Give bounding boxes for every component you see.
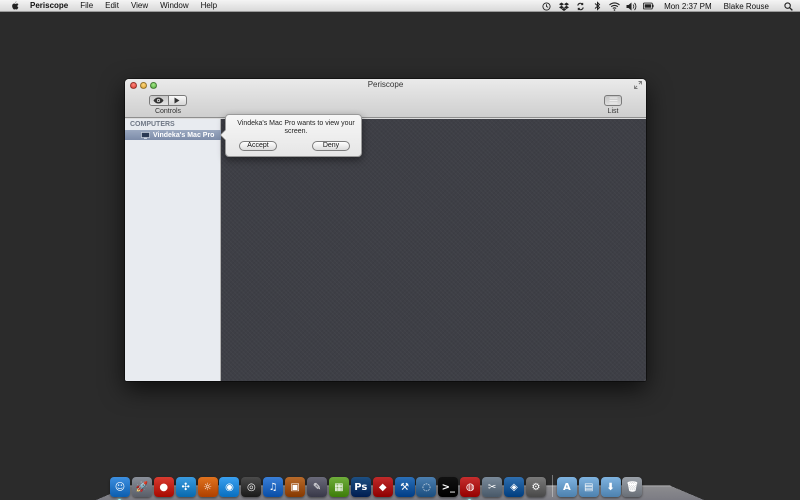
menu-file[interactable]: File xyxy=(80,0,93,12)
menu-bar: Periscope File Edit View Window Help Mon… xyxy=(0,0,800,12)
sidebar-item-label: Vindeka's Mac Pro xyxy=(153,131,215,139)
dock-itunes-icon[interactable]: ♫ xyxy=(263,477,284,497)
window-titlebar[interactable]: Periscope Controls List xyxy=(125,79,646,118)
dock-finder-icon[interactable]: ☺ xyxy=(110,477,130,500)
controls-segmented xyxy=(149,95,187,106)
dock-app-icon[interactable]: ▣ xyxy=(285,477,306,497)
popover-message: Vindeka's Mac Pro wants to view your scr… xyxy=(237,120,355,135)
dock-photoshop-icon[interactable]: Ps xyxy=(350,477,371,497)
spotlight-search-icon[interactable] xyxy=(783,1,794,11)
dock-system-app-icon[interactable]: ⚙ xyxy=(525,477,546,497)
sidebar-header: COMPUTERS xyxy=(130,121,175,128)
dock-xcode-icon[interactable]: ⚒ xyxy=(394,477,415,497)
dock-camera-icon[interactable]: ◎ xyxy=(241,477,262,497)
menu-help[interactable]: Help xyxy=(201,0,217,12)
list-label: List xyxy=(607,108,619,115)
menu-extras: Mon 2:37 PM Blake Rouse xyxy=(535,0,794,12)
sync-icon[interactable] xyxy=(575,1,586,11)
dropbox-icon[interactable] xyxy=(558,1,569,11)
apple-menu-icon[interactable] xyxy=(9,1,21,10)
app-menu[interactable]: Periscope xyxy=(30,0,68,12)
screen-share-request-popover: Vindeka's Mac Pro wants to view your scr… xyxy=(220,114,362,157)
bluetooth-icon[interactable] xyxy=(592,1,603,11)
view-mode-button[interactable] xyxy=(150,96,169,105)
dock-firefox-icon[interactable]: ☼ xyxy=(197,477,218,497)
fast-user-switch[interactable]: Blake Rouse xyxy=(724,2,769,11)
sidebar: COMPUTERS Vindeka's Mac Pro xyxy=(125,119,221,381)
dock-pencil-app-icon[interactable]: ✎ xyxy=(307,477,328,497)
deny-button[interactable]: Deny xyxy=(312,141,350,151)
dock-terminal-icon[interactable]: >_ xyxy=(438,477,459,497)
volume-icon[interactable] xyxy=(626,1,637,11)
dock-pdf-app-icon[interactable]: ◆ xyxy=(372,477,393,497)
window-title: Periscope xyxy=(367,80,404,89)
control-mode-button[interactable] xyxy=(169,96,187,105)
computer-icon xyxy=(141,131,150,139)
dock-periscope-icon[interactable]: ◍ xyxy=(460,477,481,500)
menu-edit[interactable]: Edit xyxy=(105,0,119,12)
controls-label: Controls xyxy=(154,108,182,115)
dock-separator xyxy=(551,475,553,497)
dock-launchpad-icon[interactable]: 🚀 xyxy=(131,477,152,497)
dock-chrome-icon[interactable]: ● xyxy=(153,477,174,497)
fullscreen-icon[interactable] xyxy=(634,81,642,89)
accept-button[interactable]: Accept xyxy=(239,141,277,151)
dock-network-app-icon[interactable]: ◌ xyxy=(416,477,437,497)
dock-tools-app-icon[interactable]: ✂ xyxy=(482,477,503,497)
dock: ☺ 🚀 ● ✣ ☼ ◉ ◎ ♫ ▣ ✎ ▦ Ps ◆ ⚒ ◌ >_ ◍ ✂ ◈ ⚙ A ▤ ⬇ 🗑 xyxy=(110,467,700,500)
periscope-window: Periscope Controls List COMPUTERS Vindek… xyxy=(125,79,646,381)
battery-icon[interactable] xyxy=(643,1,654,11)
dock-virtualbox-icon[interactable]: ◈ xyxy=(504,477,525,497)
time-machine-icon[interactable] xyxy=(541,1,552,11)
dock-downloads-folder-icon[interactable]: ⬇ xyxy=(600,477,621,497)
eye-icon xyxy=(153,97,164,104)
menu-view[interactable]: View xyxy=(131,0,148,12)
dock-charts-app-icon[interactable]: ▦ xyxy=(328,477,349,497)
list-button[interactable] xyxy=(604,95,622,106)
wifi-icon[interactable] xyxy=(609,1,620,11)
play-icon xyxy=(174,97,180,104)
list-icon xyxy=(609,97,617,104)
sidebar-item-vindekas-mac-pro[interactable]: Vindeka's Mac Pro xyxy=(125,130,221,140)
dock-trash-icon[interactable]: 🗑 xyxy=(622,477,643,497)
popover-arrow xyxy=(220,129,226,141)
dock-safari-icon[interactable]: ✣ xyxy=(175,477,196,497)
dock-applications-folder-icon[interactable]: A xyxy=(556,477,577,497)
menu-clock[interactable]: Mon 2:37 PM xyxy=(664,2,712,11)
dock-facetime-icon[interactable]: ◉ xyxy=(219,477,240,497)
menu-window[interactable]: Window xyxy=(160,0,188,12)
screen-view-area[interactable] xyxy=(221,119,646,381)
dock-documents-folder-icon[interactable]: ▤ xyxy=(578,477,599,497)
